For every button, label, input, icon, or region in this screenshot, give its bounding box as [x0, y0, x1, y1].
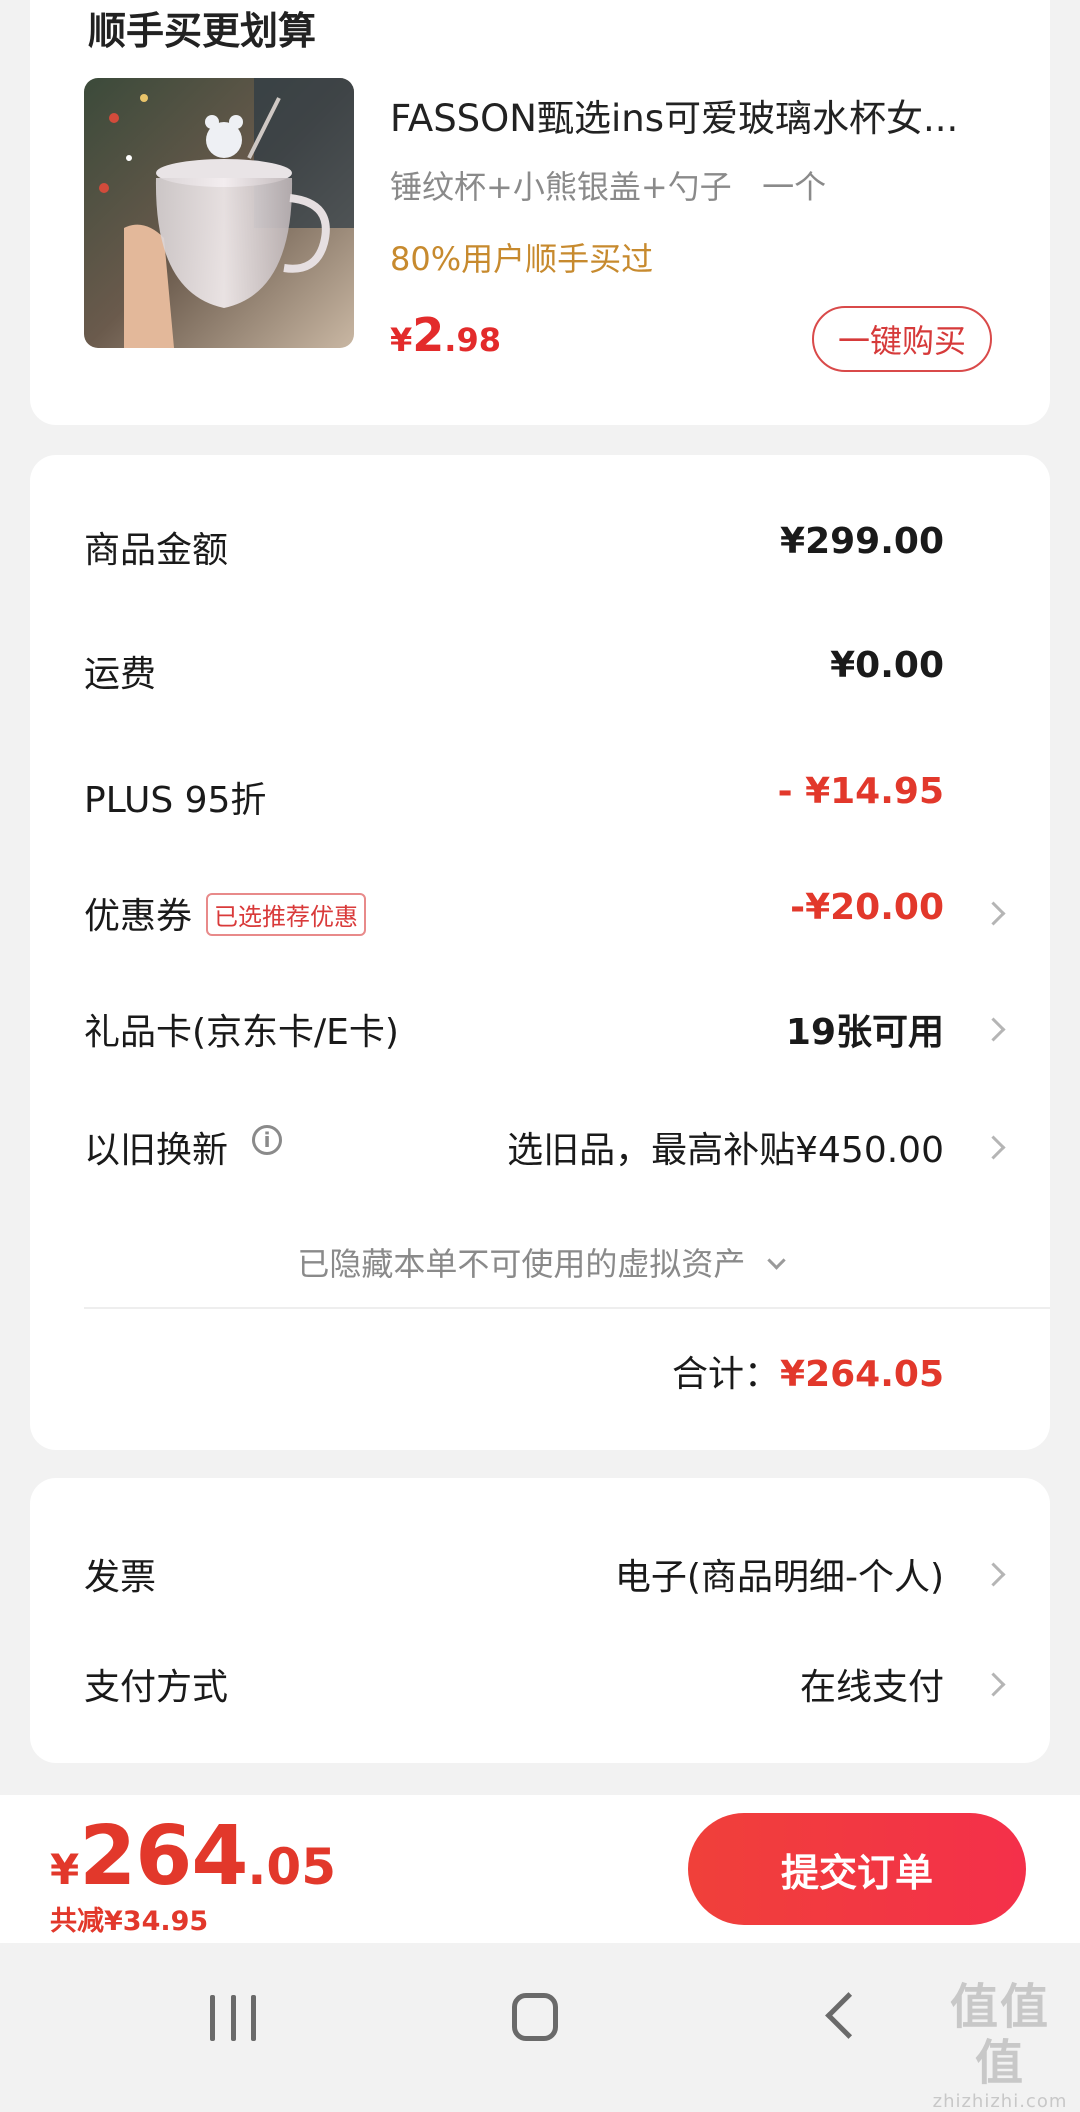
social-proof-text: 80%用户顺手买过: [390, 240, 654, 278]
goods-amount-label: 商品金额: [84, 530, 229, 571]
back-icon[interactable]: [825, 1992, 872, 2039]
price-decimal: .05: [247, 1838, 336, 1896]
total-row: 合计：¥264.05: [672, 1345, 944, 1397]
product-spec: 锤纹杯+小熊银盖+勺子 一个: [390, 168, 827, 206]
order-summary-card: 商品金额 ¥299.00 运费 ¥0.00 PLUS 95折 - ¥14.95 …: [30, 455, 1050, 1450]
payment-method-value[interactable]: 在线支付: [800, 1658, 944, 1710]
price-currency: ¥: [50, 1845, 80, 1894]
chevron-right-icon[interactable]: [981, 1135, 1006, 1160]
checkout-bar: ¥264.05 共减¥34.95 提交订单: [0, 1795, 1080, 1943]
coupon-label: 优惠券: [84, 896, 193, 937]
home-icon[interactable]: [512, 1993, 558, 2041]
glass-cup-image: [84, 78, 354, 348]
divider: [84, 1307, 1050, 1309]
shipping-value: ¥0.00: [830, 645, 944, 686]
trade-in-label[interactable]: 以旧换新: [84, 1121, 228, 1173]
chevron-right-icon[interactable]: [981, 1672, 1006, 1697]
total-savings: 共减¥34.95: [50, 1906, 209, 1937]
invoice-value[interactable]: 电子(商品明细-个人): [615, 1548, 944, 1600]
hidden-assets-text: 已隐藏本单不可使用的虚拟资产: [297, 1245, 746, 1283]
trade-in-value[interactable]: 选旧品，最高补贴¥450.00: [507, 1121, 944, 1173]
chevron-down-icon: [766, 1251, 786, 1270]
plus-discount-label: PLUS 95折: [84, 780, 267, 821]
coupon-value[interactable]: -¥20.00: [790, 887, 944, 928]
watermark-url: zhizhizhi.com: [932, 2091, 1068, 2112]
addon-card: 顺手买更划算 FASSON甄选ins可爱玻璃水杯女... 锤纹杯+小熊银盖+勺子…: [30, 0, 1050, 425]
product-thumbnail[interactable]: [84, 78, 354, 348]
info-icon[interactable]: i: [252, 1125, 282, 1155]
total-value: ¥264.05: [780, 1354, 944, 1395]
order-total-price: ¥264.05: [50, 1809, 336, 1904]
goods-amount-value: ¥299.00: [780, 521, 944, 562]
plus-discount-value: - ¥14.95: [777, 771, 944, 812]
price-integer: 264: [79, 1809, 248, 1904]
watermark: 值值值 zhizhizhi.com: [930, 1979, 1070, 2112]
system-nav-bar: 值值值 zhizhizhi.com: [0, 1943, 1080, 2112]
recent-apps-icon[interactable]: [210, 1995, 256, 2041]
price-currency: ¥: [390, 321, 413, 359]
submit-order-button[interactable]: 提交订单: [688, 1813, 1026, 1925]
chevron-right-icon[interactable]: [981, 1017, 1006, 1042]
coupon-row[interactable]: 优惠券 已选推荐优惠: [84, 887, 367, 940]
invoice-label[interactable]: 发票: [84, 1548, 156, 1600]
product-name[interactable]: FASSON甄选ins可爱玻璃水杯女...: [390, 88, 1000, 142]
one-click-buy-button[interactable]: 一键购买: [812, 306, 992, 372]
watermark-logo: 值值值: [949, 1979, 1050, 2091]
chevron-right-icon[interactable]: [981, 901, 1006, 926]
gift-card-value[interactable]: 19张可用: [786, 1003, 944, 1055]
price-decimal: .98: [444, 321, 501, 359]
product-price: ¥2.98: [390, 308, 501, 362]
shipping-label: 运费: [84, 654, 157, 695]
payment-method-label[interactable]: 支付方式: [84, 1658, 228, 1710]
hidden-assets-toggle[interactable]: 已隐藏本单不可使用的虚拟资产: [30, 1239, 1050, 1285]
total-label: 合计：: [672, 1354, 781, 1395]
section-title: 顺手买更划算: [88, 9, 317, 53]
chevron-right-icon[interactable]: [981, 1562, 1006, 1587]
recommended-coupon-badge: 已选推荐优惠: [206, 892, 367, 936]
price-integer: 2: [412, 308, 445, 362]
invoice-payment-card: 发票 电子(商品明细-个人) 支付方式 在线支付: [30, 1478, 1050, 1763]
gift-card-label[interactable]: 礼品卡(京东卡/E卡): [84, 1003, 399, 1055]
